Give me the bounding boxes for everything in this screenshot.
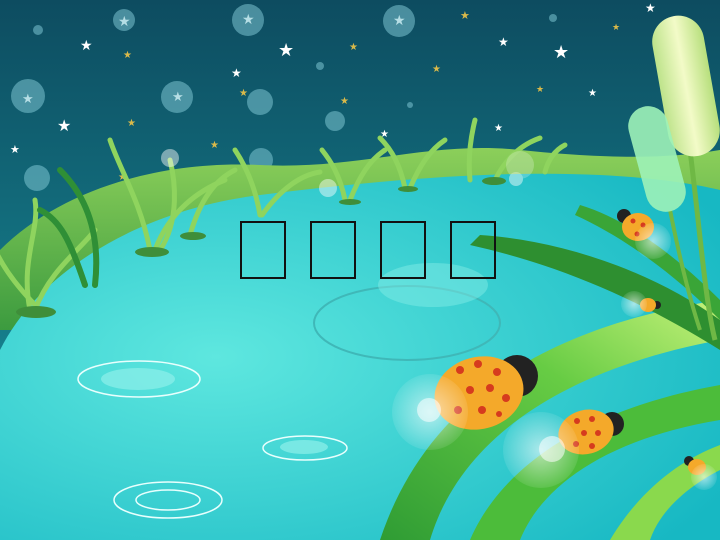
title-glyph-2 (310, 221, 356, 279)
svg-text:★: ★ (536, 85, 544, 95)
svg-text:★: ★ (57, 116, 71, 135)
svg-text:★: ★ (127, 118, 136, 129)
svg-text:★: ★ (494, 123, 503, 134)
title-glyph-3 (380, 221, 426, 279)
svg-text:★: ★ (612, 23, 620, 33)
svg-text:★: ★ (498, 35, 509, 49)
svg-text:★: ★ (123, 50, 132, 61)
svg-text:★: ★ (10, 143, 20, 156)
title-glyph-4 (450, 221, 496, 279)
svg-text:★: ★ (210, 140, 219, 151)
title-placeholder-row (240, 221, 506, 281)
svg-text:★: ★ (588, 88, 597, 99)
svg-text:★: ★ (432, 64, 441, 75)
svg-text:★: ★ (80, 38, 93, 54)
svg-text:★: ★ (645, 1, 656, 15)
title-glyph-1 (240, 221, 286, 279)
svg-text:★: ★ (239, 88, 248, 99)
svg-text:★: ★ (231, 66, 242, 80)
svg-text:★: ★ (340, 96, 349, 107)
svg-text:★: ★ (278, 40, 294, 61)
svg-text:★: ★ (349, 42, 358, 53)
svg-text:★: ★ (553, 42, 569, 63)
svg-text:★: ★ (460, 9, 470, 22)
